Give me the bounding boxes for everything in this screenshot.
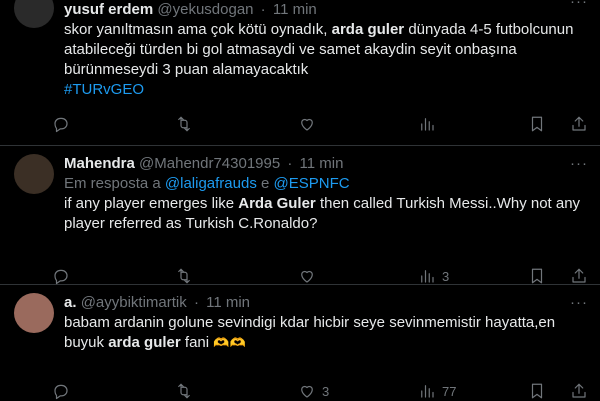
reply-button[interactable] — [52, 267, 76, 285]
tweet-text: if any player emerges like Arda Guler th… — [64, 194, 588, 234]
retweet-icon — [178, 383, 190, 399]
author-name[interactable]: yusuf erdem — [64, 1, 153, 18]
reply-icon — [54, 384, 68, 400]
share-icon — [572, 116, 586, 131]
tweet-text-part: skor yanıltmasın ama çok kötü oynadık, — [64, 21, 332, 38]
share-button[interactable] — [570, 115, 588, 133]
separator-dot: · — [193, 294, 199, 311]
tweet-text: babam ardanin golune sevindigi kdar hicb… — [64, 313, 588, 353]
tweet-text-bold: arda guler — [108, 334, 181, 351]
reply-and: e — [256, 175, 274, 192]
tweet-header: a. @ayybiktimartik · 11 min — [64, 293, 588, 313]
bookmark-button[interactable] — [528, 267, 546, 285]
retweet-icon — [178, 116, 190, 132]
author-name[interactable]: a. — [64, 294, 77, 311]
bookmark-icon — [531, 383, 543, 399]
more-options-button[interactable]: ··· — [570, 154, 588, 174]
tweet-actions: 3 — [52, 266, 588, 286]
avatar[interactable] — [14, 154, 54, 194]
views-count: 77 — [442, 383, 457, 399]
like-count: 3 — [322, 383, 330, 399]
views-button[interactable] — [418, 115, 442, 133]
author-handle[interactable]: @ayybiktimartik — [81, 294, 187, 311]
views-button[interactable]: 3 — [418, 267, 449, 285]
avatar[interactable] — [14, 0, 54, 28]
share-button[interactable] — [570, 267, 588, 285]
views-icon — [421, 385, 434, 398]
tweet-content: Mahendra @Mahendr74301995 · 11 min ··· E… — [64, 154, 588, 234]
share-icon — [572, 268, 586, 283]
author-handle[interactable]: @Mahendr74301995 — [139, 155, 280, 172]
retweet-icon — [178, 268, 190, 284]
bookmark-icon — [531, 268, 543, 284]
heart-icon — [301, 270, 313, 283]
mention-link[interactable]: @laligafrauds — [165, 175, 257, 192]
more-options-button[interactable]: ··· — [570, 0, 588, 12]
tweet-text-bold: arda guler — [331, 21, 405, 38]
reply-icon — [54, 269, 68, 285]
tweet-card[interactable]: yusuf erdem @yekusdogan · 11 min ··· sko… — [0, 0, 600, 146]
more-options-button[interactable]: ··· — [570, 293, 588, 313]
tweet-time[interactable]: 11 min — [206, 294, 250, 311]
tweet-card[interactable]: a. @ayybiktimartik · 11 min ··· babam ar… — [0, 285, 600, 400]
tweet-actions — [52, 114, 588, 134]
reply-button[interactable] — [52, 382, 76, 400]
retweet-button[interactable] — [175, 115, 199, 133]
tweet-text-bold: Arda Guler — [238, 195, 316, 212]
share-icon — [572, 383, 586, 398]
separator-dot: · — [260, 1, 266, 18]
tweet-header: yusuf erdem @yekusdogan · 11 min — [64, 0, 588, 20]
heart-icon — [301, 118, 313, 131]
views-icon — [421, 270, 434, 283]
tweet-card[interactable]: Mahendra @Mahendr74301995 · 11 min ··· E… — [0, 146, 600, 285]
reply-icon — [54, 117, 68, 133]
views-icon — [421, 118, 434, 131]
bookmark-icon — [531, 116, 543, 132]
hashtag-link[interactable]: #TURvGEO — [64, 81, 144, 98]
tweet-text-part: if any player emerges like — [64, 195, 239, 212]
reply-button[interactable] — [52, 115, 76, 133]
mention-link[interactable]: @ESPNFC — [274, 175, 350, 192]
avatar[interactable] — [14, 293, 54, 333]
tweet-content: yusuf erdem @yekusdogan · 11 min ··· sko… — [64, 0, 588, 100]
separator-dot: · — [287, 155, 293, 172]
share-button[interactable] — [570, 382, 588, 400]
reply-context: Em resposta a @laligafrauds e @ESPNFC — [64, 174, 588, 194]
retweet-button[interactable] — [175, 267, 199, 285]
tweet-time[interactable]: 11 min — [300, 155, 344, 172]
bookmark-button[interactable] — [528, 115, 546, 133]
like-button[interactable] — [298, 115, 322, 133]
tweet-text-part: fani — [180, 334, 214, 351]
tweet-actions: 3 77 — [52, 381, 588, 401]
like-button[interactable] — [298, 267, 322, 285]
bookmark-button[interactable] — [528, 382, 546, 400]
tweet-content: a. @ayybiktimartik · 11 min ··· babam ar… — [64, 293, 588, 353]
author-handle[interactable]: @yekusdogan — [157, 1, 253, 18]
heart-hands-emoji: 🫶🫶 — [213, 335, 246, 350]
tweet-text: skor yanıltmasın ama çok kötü oynadık, a… — [64, 20, 588, 100]
tweet-time[interactable]: 11 min — [273, 1, 317, 18]
heart-icon — [301, 385, 313, 398]
views-count: 3 — [442, 268, 450, 284]
retweet-button[interactable] — [175, 382, 199, 400]
tweet-header: Mahendra @Mahendr74301995 · 11 min — [64, 154, 588, 174]
views-button[interactable]: 77 — [418, 382, 456, 400]
reply-prefix: Em resposta a — [64, 175, 165, 192]
like-button[interactable]: 3 — [298, 382, 329, 400]
author-name[interactable]: Mahendra — [64, 155, 135, 172]
